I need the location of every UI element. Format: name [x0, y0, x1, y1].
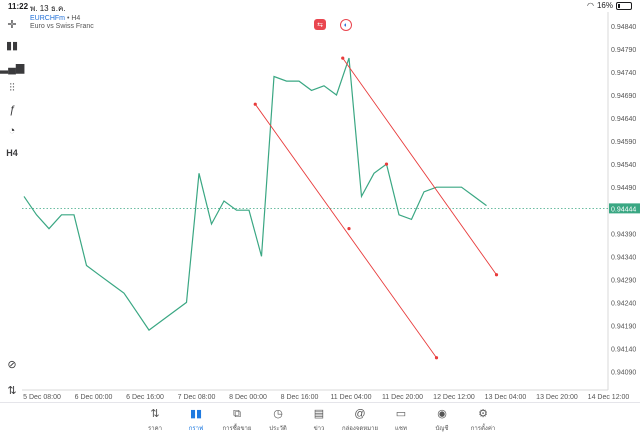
price-chart[interactable]: 0.94840 0.94790 0.94740 0.94690 0.94640 0.945… [22, 12, 640, 402]
price-tick-label: 0.94540 [611, 162, 636, 169]
status-bar: 11:22 พ. 13 ธ.ค. ◠ 16% [0, 0, 640, 13]
current-price-label: 0.94444 [611, 206, 636, 213]
tab-label: แชท [395, 426, 407, 432]
news-icon: ▤ [313, 408, 325, 420]
function-icon[interactable]: ƒ [4, 102, 20, 118]
time-tick-label: 13 Dec 04:00 [485, 394, 527, 401]
time-tick-label: 8 Dec 16:00 [281, 394, 319, 401]
trade-icon[interactable]: ⇅ [4, 382, 20, 398]
price-tick-label: 0.94190 [611, 323, 636, 330]
trade-tab-icon: ⧉ [233, 408, 241, 420]
timeframe-button[interactable]: H4 [4, 145, 20, 161]
tab-mailbox[interactable]: @ กล่องจดหมาย [340, 407, 380, 433]
mailbox-icon: @ [354, 408, 366, 420]
chat-icon: ▭ [395, 408, 407, 420]
bottom-tab-bar: ⇅ ราคา ▮▮ กราฟ ⧉ การซื้อขาย ◷ ประวัติ ▤ ข่าว @ กล่อ… [0, 402, 640, 448]
battery-fill [618, 3, 620, 8]
tab-chart[interactable]: ▮▮ กราฟ [176, 407, 216, 433]
time-tick-label: 14 Dec 12:00 [588, 394, 630, 401]
tab-label: การซื้อขาย [222, 426, 252, 432]
channel-anchor-point [347, 227, 351, 231]
time-tick-label: 7 Dec 08:00 [178, 394, 216, 401]
history-icon: ◷ [273, 408, 283, 420]
price-tick-label: 0.94140 [611, 347, 636, 354]
wifi-icon: ◠ [587, 1, 594, 10]
time-tick-label: 13 Dec 20:00 [536, 394, 578, 401]
time-tick-label: 6 Dec 00:00 [75, 394, 113, 401]
tab-news[interactable]: ▤ ข่าว [299, 407, 339, 433]
price-tick-label: 0.94340 [611, 254, 636, 261]
indicators-icon[interactable]: ⫶⫶ [4, 80, 20, 96]
time-tick-label: 11 Dec 04:00 [330, 394, 371, 401]
tab-quotes[interactable]: ⇅ ราคา [135, 407, 175, 433]
channel-anchor-point [341, 56, 345, 60]
time-tick-label: 12 Dec 12:00 [433, 394, 475, 401]
battery-icon [616, 1, 632, 10]
channel-line [342, 57, 497, 276]
left-toolbar: ✛ ▮▮ ▂▄▆ ⫶⫶ ƒ ◔ H4 ⊘ ⇅ [0, 12, 24, 397]
time-tick-label: 11 Dec 20:00 [382, 394, 423, 401]
tab-label: ราคา [148, 426, 162, 432]
channel-anchor-point [494, 273, 499, 277]
status-time: 11:22 [8, 2, 29, 11]
candles-icon[interactable]: ▮▮ [4, 37, 20, 53]
price-tick-label: 0.94790 [611, 47, 636, 54]
zoom-icon[interactable]: ⊘ [4, 356, 20, 372]
tab-settings[interactable]: ⚙ การตั้งค่า [463, 407, 503, 433]
price-tick-label: 0.94640 [611, 116, 636, 123]
tab-label: บัญชี [435, 426, 449, 432]
tab-label: ประวัติ [269, 426, 287, 432]
price-series-line [23, 57, 487, 331]
tab-label: การตั้งค่า [470, 426, 496, 432]
price-tick-label: 0.94490 [611, 185, 636, 192]
time-tick-label: 8 Dec 00:00 [229, 394, 267, 401]
crosshair-icon[interactable]: ✛ [4, 16, 20, 32]
channel-line [254, 103, 437, 358]
quotes-icon: ⇅ [150, 408, 160, 420]
volume-bars-icon[interactable]: ▂▄▆ [0, 59, 24, 75]
price-tick-label: 0.94740 [611, 70, 636, 77]
price-tick-label: 0.94240 [611, 300, 636, 307]
chart-icon: ▮▮ [189, 408, 203, 420]
tab-history[interactable]: ◷ ประวัติ [258, 407, 298, 433]
price-tick-label: 0.94840 [611, 24, 636, 31]
settings-icon: ⚙ [478, 408, 488, 420]
tab-trade-tab[interactable]: ⧉ การซื้อขาย [217, 407, 257, 433]
channel-anchor-point [434, 356, 439, 360]
price-tick-label: 0.94290 [611, 277, 636, 284]
time-tick-label: 5 Dec 08:00 [23, 394, 61, 401]
channel-anchor-point [253, 102, 257, 106]
price-tick-label: 0.94090 [611, 370, 636, 377]
price-tick-label: 0.94390 [611, 231, 636, 238]
time-tick-label: 6 Dec 16:00 [126, 394, 164, 401]
tab-label: ข่าว [313, 426, 325, 432]
account-icon: ◉ [437, 408, 447, 420]
price-tick-label: 0.94690 [611, 93, 636, 100]
battery-percent: 16% [596, 1, 613, 10]
tab-account[interactable]: ◉ บัญชี [422, 407, 462, 433]
objects-icon[interactable]: ◔ [4, 123, 20, 139]
status-right: ◠ 16% [587, 1, 632, 10]
tab-label: กราฟ [188, 426, 204, 432]
tab-label: กล่องจดหมาย [341, 426, 379, 432]
price-tick-label: 0.94590 [611, 139, 636, 146]
channel-anchor-point [384, 162, 389, 166]
tab-chat[interactable]: ▭ แชท [381, 407, 421, 433]
